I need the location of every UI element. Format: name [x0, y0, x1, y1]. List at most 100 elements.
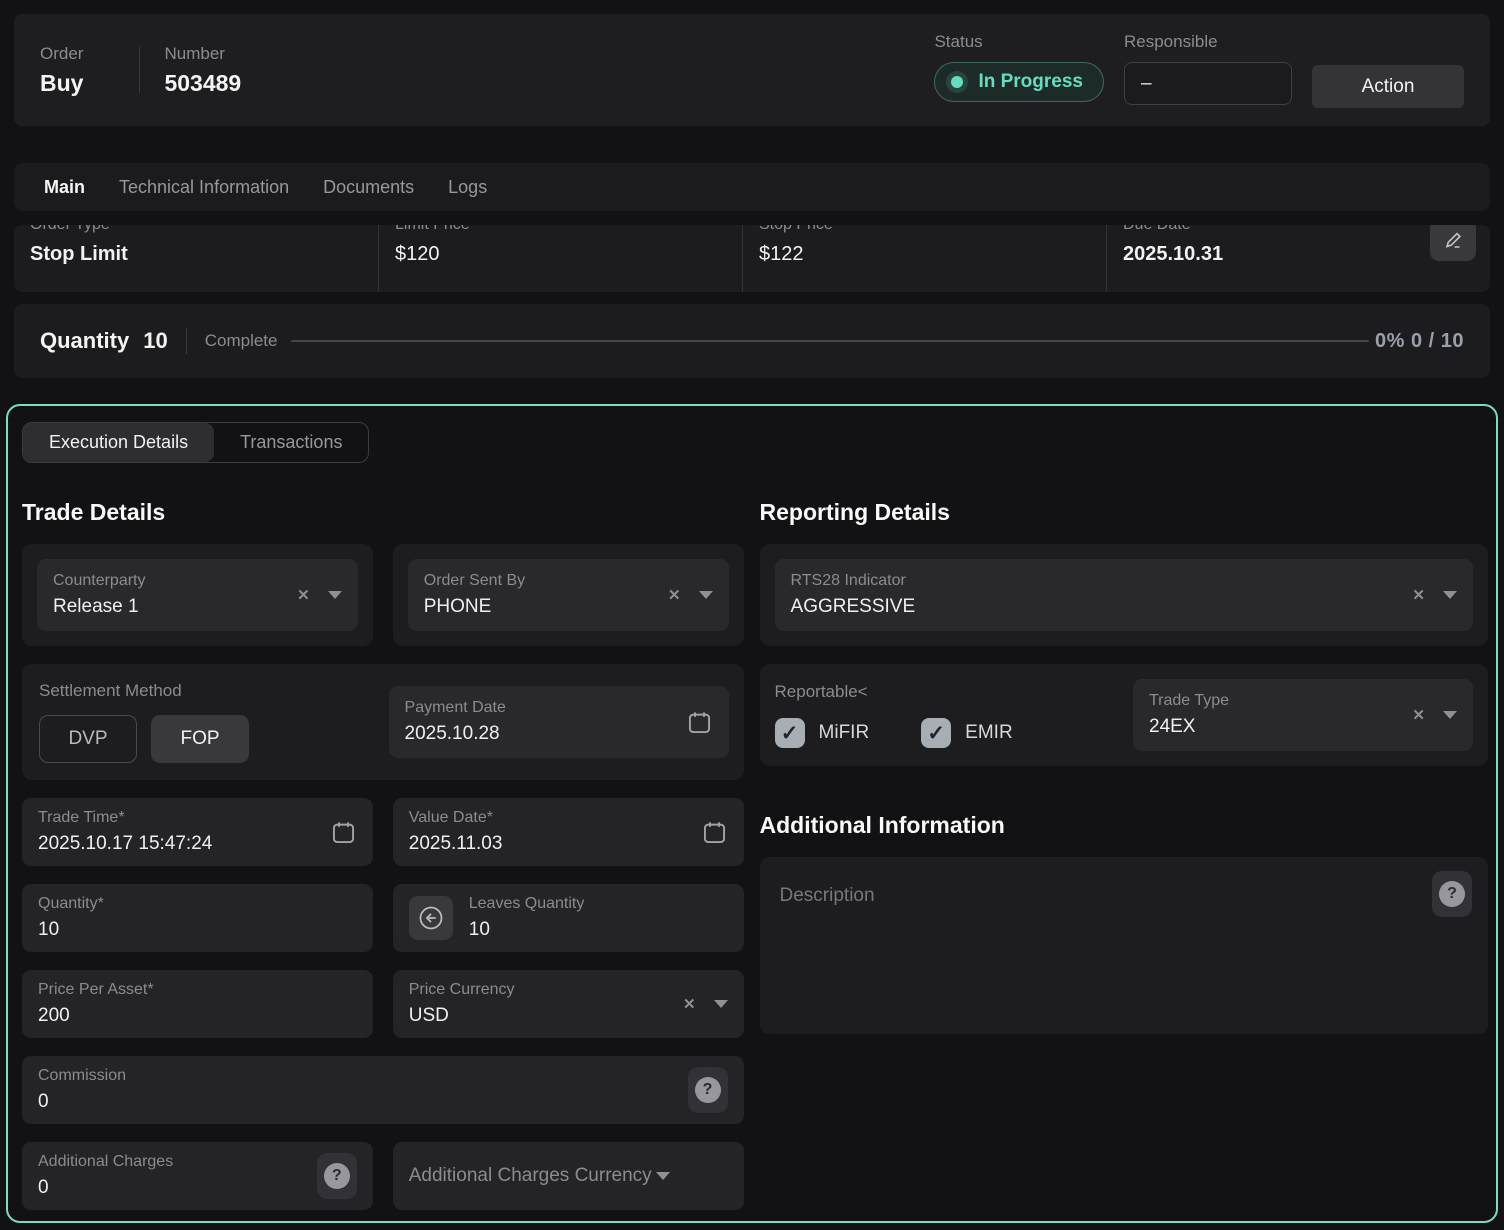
emir-label: EMIR [965, 722, 1013, 744]
chevron-down-icon[interactable] [699, 591, 713, 599]
rts28-field[interactable]: RTS28 Indicator AGGRESSIVE ✕ [775, 559, 1473, 631]
responsible-group: Responsible – [1124, 32, 1292, 105]
commission-value: 0 [38, 1089, 688, 1114]
limit-price-value: $120 [395, 241, 742, 267]
edit-button[interactable] [1430, 225, 1476, 261]
checkbox-checked-icon: ✓ [775, 718, 805, 748]
status-dot-icon [946, 71, 968, 93]
tab-logs[interactable]: Logs [448, 177, 487, 198]
header-divider [139, 47, 140, 93]
status-label: Status [934, 32, 1104, 52]
mifir-checkbox[interactable]: ✓ MiFIR [775, 718, 870, 748]
tab-execution-details[interactable]: Execution Details [23, 423, 214, 462]
order-header: Order Buy Number 503489 Status In Progre… [14, 14, 1490, 126]
tab-documents[interactable]: Documents [323, 177, 414, 198]
value-date-label: Value Date* [409, 808, 701, 828]
order-side-group: Order Buy [40, 44, 83, 97]
payment-date-label: Payment Date [405, 698, 686, 718]
chevron-down-icon[interactable] [714, 1000, 728, 1008]
tab-technical-information[interactable]: Technical Information [119, 177, 289, 198]
chevron-down-icon[interactable] [1443, 591, 1457, 599]
additional-charges-label: Additional Charges [38, 1152, 317, 1172]
responsible-value: – [1141, 73, 1152, 95]
status-badge[interactable]: In Progress [934, 62, 1104, 102]
counterparty-field[interactable]: Counterparty Release 1 ✕ [37, 559, 358, 631]
progress-track [291, 340, 1369, 342]
additional-charges-value: 0 [38, 1175, 317, 1200]
pencil-icon [1441, 228, 1465, 252]
price-per-asset-field[interactable]: Price Per Asset* 200 [22, 970, 373, 1038]
clear-icon[interactable]: ✕ [668, 586, 681, 604]
reporting-details-section: Reporting Details RTS28 Indicator AGGRES… [760, 499, 1488, 1223]
price-currency-label: Price Currency [409, 980, 673, 1000]
additional-charges-field[interactable]: Additional Charges 0 ? [22, 1142, 373, 1210]
order-sent-by-label: Order Sent By [424, 571, 658, 591]
trade-time-field[interactable]: Trade Time* 2025.10.17 15:47:24 [22, 798, 373, 866]
emir-checkbox[interactable]: ✓ EMIR [921, 718, 1013, 748]
rts28-value: AGGRESSIVE [791, 594, 1403, 619]
clear-icon[interactable]: ✕ [1412, 586, 1425, 604]
rts28-card: RTS28 Indicator AGGRESSIVE ✕ [760, 544, 1488, 646]
arrow-left-circle-icon [417, 904, 445, 932]
copy-back-button[interactable] [409, 896, 453, 940]
order-sent-by-field[interactable]: Order Sent By PHONE ✕ [408, 559, 729, 631]
quantity-field[interactable]: Quantity* 10 [22, 884, 373, 952]
quantity-field-value: 10 [38, 917, 357, 942]
due-date-label: Due Date [1123, 225, 1470, 235]
settlement-dvp-button[interactable]: DVP [39, 715, 137, 763]
summary-order-type: Order Type Stop Limit [14, 225, 378, 292]
quantity-status: Complete [205, 331, 278, 351]
chevron-down-icon[interactable] [1443, 711, 1457, 719]
value-date-field[interactable]: Value Date* 2025.11.03 [393, 798, 744, 866]
additional-charges-help-button[interactable]: ? [317, 1153, 357, 1199]
order-number-label: Number [164, 44, 241, 64]
payment-date-field[interactable]: Payment Date 2025.10.28 [389, 686, 729, 758]
description-field[interactable]: Description ? [760, 857, 1488, 1034]
clear-icon[interactable]: ✕ [683, 995, 696, 1013]
quantity-field-label: Quantity* [38, 894, 357, 914]
leaves-quantity-field[interactable]: Leaves Quantity 10 [393, 884, 744, 952]
stop-price-value: $122 [759, 241, 1106, 267]
tab-transactions[interactable]: Transactions [214, 423, 368, 462]
summary-due-date: Due Date 2025.10.31 [1106, 225, 1470, 292]
tab-main[interactable]: Main [44, 177, 85, 198]
trade-time-label: Trade Time* [38, 808, 330, 828]
summary-stop-price: Stop Price $122 [742, 225, 1106, 292]
description-placeholder: Description [780, 885, 875, 906]
trade-type-label: Trade Type [1149, 691, 1402, 711]
chevron-down-icon[interactable] [328, 591, 342, 599]
price-per-asset-value: 200 [38, 1003, 357, 1028]
trade-type-field[interactable]: Trade Type 24EX ✕ [1133, 679, 1473, 751]
description-help-button[interactable]: ? [1432, 871, 1472, 917]
order-summary-row: Order Type Stop Limit Limit Price $120 S… [14, 225, 1490, 292]
status-text: In Progress [978, 71, 1083, 93]
settlement-fop-button[interactable]: FOP [151, 715, 249, 763]
calendar-icon[interactable] [330, 819, 357, 846]
calendar-icon[interactable] [701, 819, 728, 846]
quantity-divider [186, 328, 187, 354]
payment-date-value: 2025.10.28 [405, 721, 686, 746]
responsible-label: Responsible [1124, 32, 1292, 52]
trade-details-section: Trade Details Counterparty Release 1 ✕ [22, 499, 744, 1223]
price-currency-value: USD [409, 1003, 673, 1028]
responsible-field[interactable]: – [1124, 62, 1292, 105]
calendar-icon[interactable] [686, 709, 713, 736]
clear-icon[interactable]: ✕ [1412, 706, 1425, 724]
chevron-down-icon[interactable] [656, 1172, 670, 1180]
due-date-value: 2025.10.31 [1123, 241, 1470, 267]
order-number-value: 503489 [164, 70, 241, 97]
clear-icon[interactable]: ✕ [297, 586, 310, 604]
commission-help-button[interactable]: ? [688, 1067, 728, 1113]
action-button[interactable]: Action [1312, 65, 1464, 108]
stop-price-label: Stop Price [759, 225, 1106, 235]
summary-limit-price: Limit Price $120 [378, 225, 742, 292]
order-side-label: Order [40, 44, 83, 64]
question-icon: ? [1439, 881, 1465, 907]
price-currency-field[interactable]: Price Currency USD ✕ [393, 970, 744, 1038]
order-type-label: Order Type [30, 225, 378, 235]
commission-field[interactable]: Commission 0 ? [22, 1056, 744, 1124]
rts28-label: RTS28 Indicator [791, 571, 1403, 591]
order-sent-by-value: PHONE [424, 594, 658, 619]
settlement-method-group: Settlement Method DVP FOP [37, 679, 389, 765]
additional-charges-currency-field[interactable]: Additional Charges Currency [393, 1142, 744, 1210]
